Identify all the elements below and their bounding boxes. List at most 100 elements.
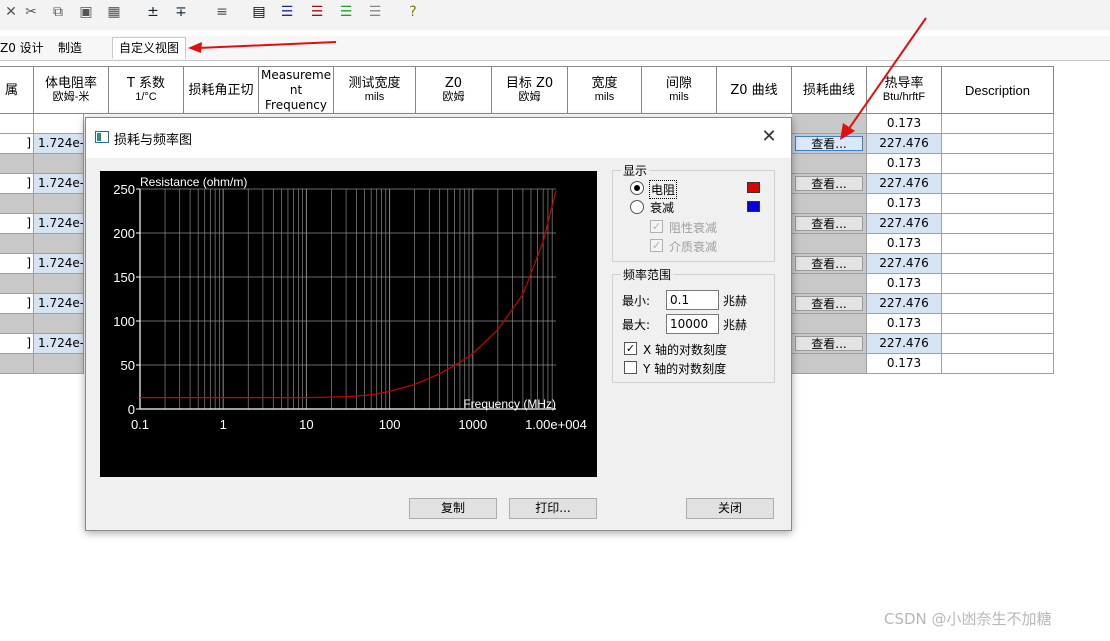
resistive-attenuation-label: 阻性衰减 bbox=[669, 221, 718, 235]
description-cell[interactable] bbox=[942, 134, 1054, 154]
max-unit-label: 兆赫 bbox=[723, 318, 748, 332]
thermal-conductivity-cell[interactable]: 227.476 bbox=[867, 334, 942, 354]
y-tick-label: 0 bbox=[128, 402, 135, 417]
thermal-conductivity-cell[interactable]: 0.173 bbox=[867, 274, 942, 294]
attenuation-color-swatch[interactable] bbox=[747, 201, 760, 212]
description-cell[interactable] bbox=[942, 274, 1054, 294]
view-loss-curve-button[interactable]: 查看... bbox=[795, 256, 863, 271]
tab-manufacture[interactable]: 制造 bbox=[52, 38, 88, 58]
align-lines-icon[interactable]: ☰ bbox=[277, 2, 297, 22]
resistivity-cell[interactable]: 1.724e-008 bbox=[34, 134, 84, 154]
resistivity-cell[interactable]: 1.724e-008 bbox=[34, 174, 84, 194]
y-log-scale-checkbox[interactable] bbox=[624, 361, 637, 374]
annotation-arrow-view bbox=[840, 17, 927, 140]
description-cell[interactable] bbox=[942, 214, 1054, 234]
col-header-gap[interactable]: 间隙 mils bbox=[642, 66, 717, 114]
resistivity-cell[interactable]: 1.724e-008 bbox=[34, 334, 84, 354]
resistivity-cell[interactable]: 1.724e-008 bbox=[34, 254, 84, 274]
description-cell[interactable] bbox=[942, 194, 1054, 214]
y-log-scale-label[interactable]: Y 轴的对数刻度 bbox=[643, 360, 726, 377]
x-tick-label: 1000 bbox=[458, 417, 487, 432]
col-header-z0[interactable]: Z0 欧姆 bbox=[416, 66, 492, 114]
description-cell[interactable] bbox=[942, 234, 1054, 254]
dialog-titlebar[interactable]: 损耗与频率图 ✕ bbox=[86, 118, 791, 158]
cut-icon[interactable]: ✂ bbox=[22, 2, 40, 22]
dialog-title: 损耗与频率图 bbox=[114, 133, 193, 148]
view-loss-curve-button[interactable]: 查看... bbox=[795, 336, 863, 351]
dielectric-attenuation-label: 介质衰减 bbox=[669, 240, 718, 254]
watermark: CSDN @小凼奈生不加糖 bbox=[884, 610, 1052, 628]
resistance-radio[interactable] bbox=[630, 181, 644, 195]
thermal-conductivity-cell[interactable]: 0.173 bbox=[867, 314, 942, 334]
chart-grid bbox=[139, 188, 556, 410]
copy-icon[interactable]: ⧉ bbox=[48, 2, 68, 22]
col-header-material[interactable]: 属 bbox=[0, 66, 34, 114]
attenuation-radio[interactable] bbox=[630, 200, 644, 214]
resistance-label[interactable]: 电阻 bbox=[649, 180, 678, 199]
resistance-color-swatch[interactable] bbox=[747, 182, 760, 193]
x-tick-label: 0.1 bbox=[131, 417, 149, 432]
col-header-width[interactable]: 宽度 mils bbox=[568, 66, 642, 114]
view-loss-curve-button[interactable]: 查看... bbox=[795, 176, 863, 191]
x-tick-label: 1 bbox=[220, 417, 227, 432]
tab-custom-view[interactable]: 自定义视图 bbox=[112, 37, 187, 59]
insert-row-above-icon[interactable]: ± bbox=[143, 2, 163, 22]
insert-row-below-icon[interactable]: ∓ bbox=[171, 2, 191, 22]
resistivity-cell[interactable]: 1.724e-008 bbox=[34, 294, 84, 314]
min-unit-label: 兆赫 bbox=[723, 294, 748, 308]
thermal-conductivity-cell[interactable]: 227.476 bbox=[867, 294, 942, 314]
description-cell[interactable] bbox=[942, 354, 1054, 374]
description-cell[interactable] bbox=[942, 334, 1054, 354]
x-log-scale-label[interactable]: X 轴的对数刻度 bbox=[643, 341, 727, 358]
thermal-conductivity-cell[interactable]: 227.476 bbox=[867, 174, 942, 194]
gray-lines-icon[interactable]: ☰ bbox=[365, 2, 385, 22]
col-header-description[interactable]: Description bbox=[942, 66, 1054, 114]
print-button[interactable]: 打印... bbox=[509, 498, 597, 519]
copy-button[interactable]: 复制 bbox=[409, 498, 497, 519]
description-cell[interactable] bbox=[942, 314, 1054, 334]
col-header-test-width[interactable]: 测试宽度 mils bbox=[334, 66, 416, 114]
close-icon[interactable]: ✕ bbox=[2, 2, 20, 22]
help-icon[interactable]: ? bbox=[403, 2, 423, 22]
sort-icon[interactable]: ≡ bbox=[212, 2, 232, 22]
col-header-z0-curve[interactable]: Z0 曲线 bbox=[717, 66, 792, 114]
tab-z0-design[interactable]: Z0 设计 bbox=[0, 38, 50, 58]
max-frequency-input[interactable]: 10000 bbox=[666, 314, 719, 334]
thermal-conductivity-cell[interactable]: 227.476 bbox=[867, 254, 942, 274]
paste-special-icon[interactable]: ▦ bbox=[104, 2, 124, 22]
col-header-loss-tangent[interactable]: 损耗角正切 bbox=[184, 66, 259, 114]
description-cell[interactable] bbox=[942, 254, 1054, 274]
loss-curve-cell: 查看... bbox=[792, 334, 867, 354]
resistive-attenuation-checkbox[interactable]: ✓ bbox=[650, 220, 663, 233]
close-button[interactable]: 关闭 bbox=[686, 498, 774, 519]
dielectric-attenuation-checkbox[interactable]: ✓ bbox=[650, 239, 663, 252]
view-loss-curve-button[interactable]: 查看... bbox=[795, 216, 863, 231]
description-cell[interactable] bbox=[942, 174, 1054, 194]
display-group: 显示 电阻 衰减 ✓ 阻性衰减 ✓ 介质衰减 bbox=[612, 162, 775, 262]
frequency-range-group: 频率范围 最小: 0.1 兆赫 最大: 10000 兆赫 ✓ X 轴的对数刻度 … bbox=[612, 266, 775, 383]
table-icon[interactable]: ▤ bbox=[249, 2, 269, 22]
thermal-conductivity-cell[interactable]: 0.173 bbox=[867, 194, 942, 214]
view-loss-curve-button[interactable]: 查看... bbox=[795, 296, 863, 311]
description-cell[interactable] bbox=[942, 294, 1054, 314]
x-log-scale-checkbox[interactable]: ✓ bbox=[624, 342, 637, 355]
paste-icon[interactable]: ▣ bbox=[76, 2, 96, 22]
green-lines-icon[interactable]: ☰ bbox=[336, 2, 356, 22]
red-lines-icon[interactable]: ☰ bbox=[307, 2, 327, 22]
close-icon[interactable]: ✕ bbox=[758, 126, 780, 148]
thermal-conductivity-cell[interactable]: 0.173 bbox=[867, 354, 942, 374]
col-header-target-z0[interactable]: 目标 Z0 欧姆 bbox=[492, 66, 568, 114]
min-frequency-input[interactable]: 0.1 bbox=[666, 290, 719, 310]
thermal-conductivity-cell[interactable]: 227.476 bbox=[867, 214, 942, 234]
col-header-measurement-frequency[interactable]: Measureme nt Frequency bbox=[259, 66, 334, 114]
resistivity-cell[interactable]: 1.724e-008 bbox=[34, 214, 84, 234]
description-cell[interactable] bbox=[942, 154, 1054, 174]
col-header-temp-coef[interactable]: T 系数 1/°C bbox=[109, 66, 184, 114]
thermal-conductivity-cell[interactable]: 0.173 bbox=[867, 154, 942, 174]
description-cell[interactable] bbox=[942, 114, 1054, 134]
col-header-resistivity[interactable]: 体电阻率 欧姆-米 bbox=[34, 66, 109, 114]
thermal-conductivity-cell[interactable]: 0.173 bbox=[867, 234, 942, 254]
y-tick-label: 100 bbox=[113, 314, 135, 329]
attenuation-label[interactable]: 衰减 bbox=[650, 199, 674, 216]
max-label: 最大: bbox=[622, 318, 651, 332]
